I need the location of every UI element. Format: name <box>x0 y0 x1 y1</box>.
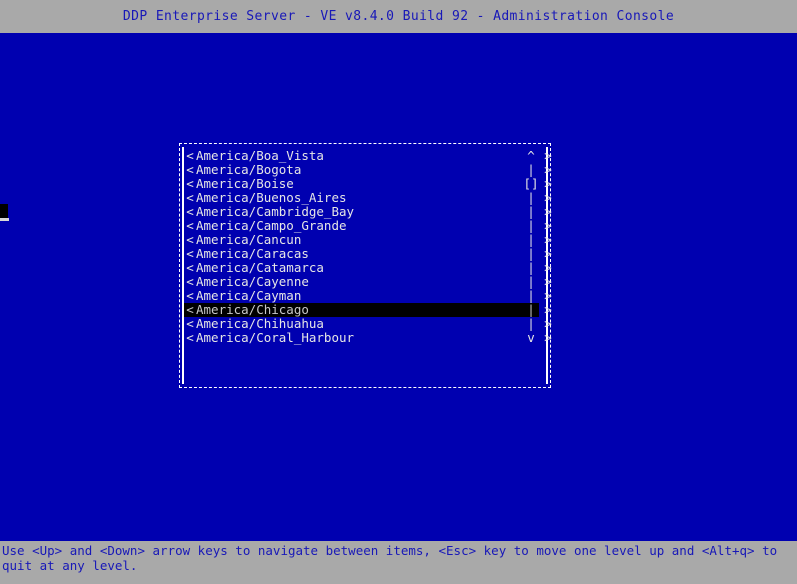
menu-item-row[interactable]: < America/Cayenne | > <box>184 274 552 289</box>
left-chevron-icon: < <box>186 260 194 275</box>
left-chevron-icon: < <box>186 330 194 345</box>
menu-item-row[interactable]: < America/Cancun | > <box>184 232 552 247</box>
menu-item-label: America/Bogota <box>196 162 302 177</box>
scrollbar-thumb-icon: [] <box>523 176 539 191</box>
left-chevron-icon: < <box>186 218 194 233</box>
menu-item-label: America/Boise <box>196 176 294 191</box>
right-chevron-icon: > <box>544 302 552 317</box>
scrollbar-track-icon: | <box>527 162 535 177</box>
right-chevron-icon: > <box>544 316 552 331</box>
menu-item-row[interactable]: < America/Buenos_Aires | > <box>184 190 552 205</box>
right-chevron-icon: > <box>544 218 552 233</box>
left-chevron-icon: < <box>186 246 194 261</box>
timezone-menu-list[interactable]: < America/Boa_Vista ^ > < America/Bogota | > < Am… <box>184 148 552 345</box>
timezone-selection-dialog: < America/Boa_Vista ^ > < America/Bogota | > < Am… <box>179 143 552 388</box>
menu-item-label: America/Chihuahua <box>196 316 324 331</box>
terminal-screen: DDP Enterprise Server - VE v8.4.0 Build … <box>0 0 797 584</box>
console-body: < America/Boa_Vista ^ > < America/Bogota | > < Am… <box>0 33 797 541</box>
right-chevron-icon: > <box>544 176 552 191</box>
right-chevron-icon: > <box>544 260 552 275</box>
menu-item-row[interactable]: < America/Coral_Harbour v > <box>184 330 552 345</box>
left-chevron-icon: < <box>186 316 194 331</box>
menu-item-row[interactable]: < America/Cambridge_Bay | > <box>184 204 552 219</box>
right-chevron-icon: > <box>544 330 552 345</box>
left-chevron-icon: < <box>186 162 194 177</box>
menu-item-row[interactable]: < America/Chicago | > <box>184 302 552 317</box>
right-chevron-icon: > <box>544 232 552 247</box>
title-bar: DDP Enterprise Server - VE v8.4.0 Build … <box>0 0 797 33</box>
menu-item-row[interactable]: < America/Catamarca | > <box>184 260 552 275</box>
left-chevron-icon: < <box>186 232 194 247</box>
scrollbar-track-icon: | <box>527 302 535 317</box>
terminal-cursor-underline <box>0 218 9 221</box>
left-chevron-icon: < <box>186 190 194 205</box>
menu-item-label: America/Cancun <box>196 232 302 247</box>
menu-item-label: America/Cambridge_Bay <box>196 204 355 219</box>
left-chevron-icon: < <box>186 176 194 191</box>
menu-item-row[interactable]: < America/Caracas | > <box>184 246 552 261</box>
scrollbar-track-icon: | <box>527 246 535 261</box>
menu-item-label: America/Chicago <box>196 302 309 317</box>
scrollbar-track-icon: | <box>527 218 535 233</box>
right-chevron-icon: > <box>544 148 552 163</box>
right-chevron-icon: > <box>544 274 552 289</box>
terminal-cursor <box>0 204 8 218</box>
menu-item-label: America/Caracas <box>196 246 309 261</box>
scrollbar-track-icon: | <box>527 316 535 331</box>
menu-item-row[interactable]: < America/Boa_Vista ^ > <box>184 148 552 163</box>
right-chevron-icon: > <box>544 246 552 261</box>
menu-item-label: America/Buenos_Aires <box>196 190 347 205</box>
scrollbar-track-icon: | <box>527 288 535 303</box>
menu-item-row[interactable]: < America/Cayman | > <box>184 288 552 303</box>
menu-item-row[interactable]: < America/Campo_Grande | > <box>184 218 552 233</box>
scrollbar-track-icon: | <box>527 232 535 247</box>
right-chevron-icon: > <box>544 288 552 303</box>
menu-item-label: America/Coral_Harbour <box>196 330 355 345</box>
app-title: DDP Enterprise Server - VE v8.4.0 Build … <box>122 9 675 24</box>
left-chevron-icon: < <box>186 148 194 163</box>
scrollbar-track-icon: | <box>527 190 535 205</box>
menu-item-label: America/Campo_Grande <box>196 218 347 233</box>
status-bar: Use <Up> and <Down> arrow keys to naviga… <box>0 541 797 584</box>
scrollbar-track-icon: | <box>527 274 535 289</box>
right-chevron-icon: > <box>544 162 552 177</box>
menu-item-label: America/Cayenne <box>196 274 309 289</box>
left-chevron-icon: < <box>186 204 194 219</box>
menu-item-label: America/Cayman <box>196 288 302 303</box>
scrollbar-up-arrow-icon[interactable]: ^ <box>522 149 540 163</box>
menu-item-label: America/Catamarca <box>196 260 324 275</box>
menu-item-row[interactable]: < America/Boise [] > <box>184 176 552 191</box>
keyboard-hint-text: Use <Up> and <Down> arrow keys to naviga… <box>2 543 785 573</box>
scrollbar-track-icon: | <box>527 204 535 219</box>
left-chevron-icon: < <box>186 288 194 303</box>
menu-item-label: America/Boa_Vista <box>196 148 324 163</box>
left-chevron-icon: < <box>186 302 194 317</box>
menu-item-row[interactable]: < America/Chihuahua | > <box>184 316 552 331</box>
right-chevron-icon: > <box>544 190 552 205</box>
scrollbar-track-icon: | <box>527 260 535 275</box>
right-chevron-icon: > <box>544 204 552 219</box>
menu-item-row[interactable]: < America/Bogota | > <box>184 162 552 177</box>
left-chevron-icon: < <box>186 274 194 289</box>
scrollbar-down-arrow-icon[interactable]: v <box>522 331 540 345</box>
